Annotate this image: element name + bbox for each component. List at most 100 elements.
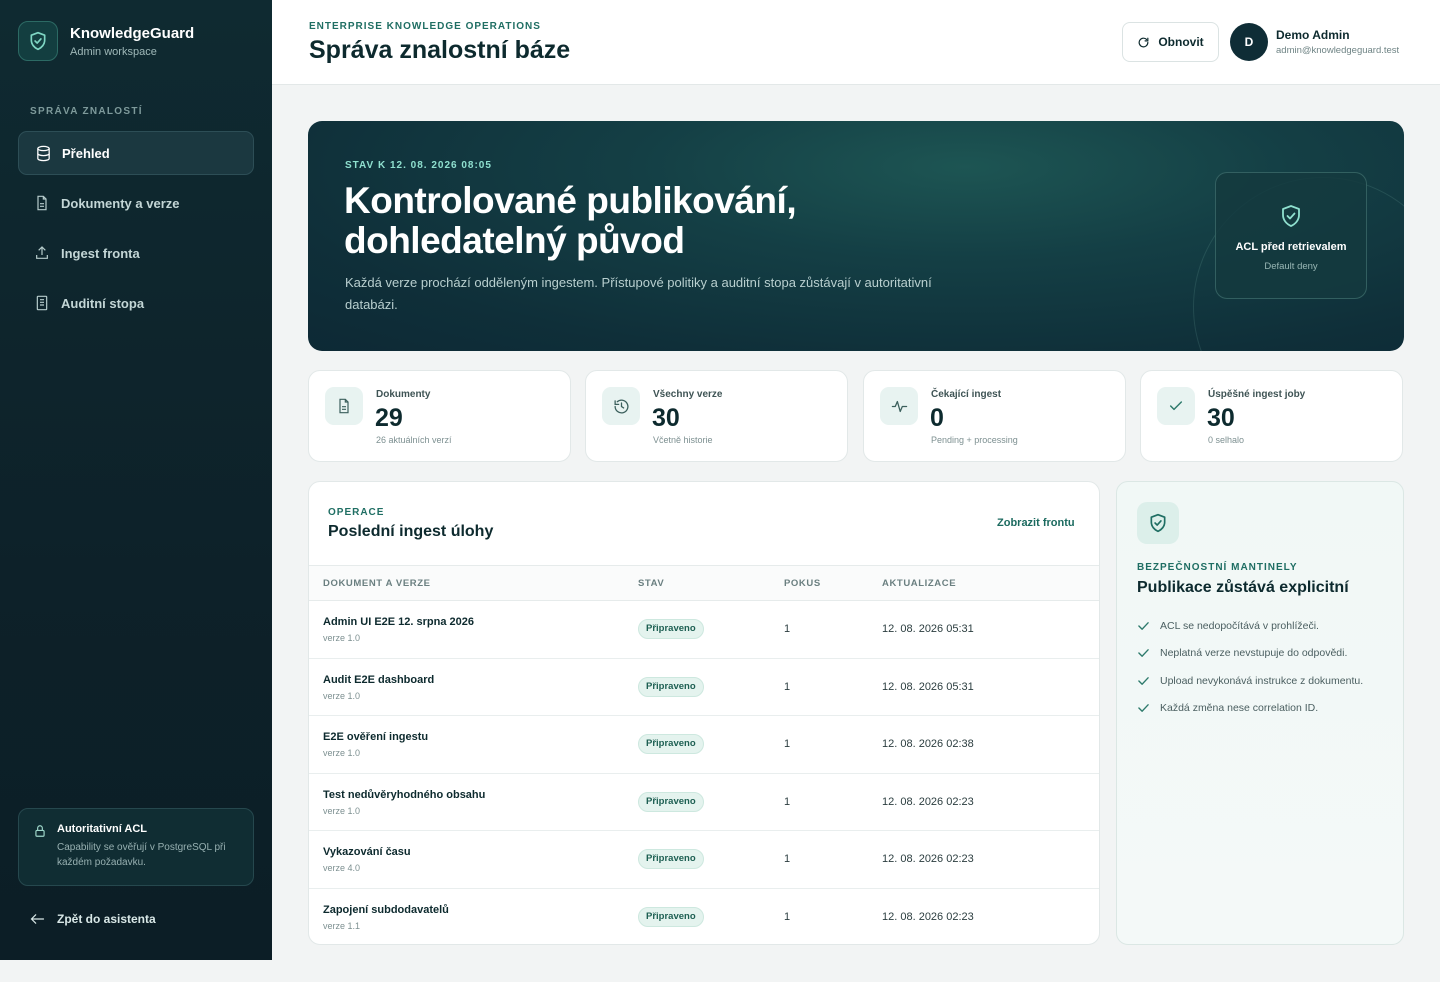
status-badge: Připraveno [638,676,704,697]
table-row[interactable]: Audit E2E dashboard verze 1.0 Připraveno … [309,659,1099,716]
stat-label: Dokumenty [376,389,431,400]
user-menu[interactable]: D Demo Admin admin@knowledgeguard.test [1230,23,1399,61]
stat-subtext: Pending + processing [931,435,1018,445]
page-footer-space [0,960,1440,982]
list-item: ACL se nedopočítává v prohlížeči. [1138,612,1363,640]
database-icon [33,143,53,163]
security-guardrails-panel: BEZPEČNOSTNÍ MANTINELY Publikace zůstává… [1116,481,1404,945]
hero-banner: STAV K 12. 08. 2026 08:05 Kontrolované p… [308,121,1404,351]
user-name: Demo Admin [1276,28,1350,42]
show-queue-link[interactable]: Zobrazit frontu [997,517,1075,529]
stat-value: 0 [930,404,944,432]
table-row[interactable]: Test nedůvěryhodného obsahu verze 1.0 Při… [309,774,1099,831]
list-item: Neplatná verze nevstupuje do odpovědi. [1138,640,1363,668]
acl-badge-subtitle: Default deny [1264,261,1318,272]
stat-value: 29 [375,404,403,432]
status-badge: Připraveno [638,906,704,927]
attempt-count: 1 [784,853,791,865]
back-link-label: Zpět do asistenta [57,912,156,926]
attempt-count: 1 [784,623,791,635]
attempt-count: 1 [784,680,791,693]
arrow-left-icon [30,913,45,925]
stat-card-successful-jobs: Úspěšné ingest joby 30 0 selhalo [1140,370,1403,462]
document-version: verze 1.0 [323,690,361,701]
sidebar-item-dokumenty[interactable]: Dokumenty a verze [18,181,254,225]
updated-at: 12. 08. 2026 02:23 [882,853,974,865]
sidebar-item-label: Dokumenty a verze [61,195,180,211]
panel-title: Publikace zůstává explicitní [1137,579,1349,596]
updated-at: 12. 08. 2026 02:23 [882,795,974,808]
attempt-count: 1 [784,738,791,750]
status-badge: Připraveno [638,849,704,869]
hero-description: Každá verze prochází odděleným ingestem.… [345,275,932,312]
sidebar-nav: Přehled Dokumenty a verze Ingest fronta … [18,131,254,331]
brand[interactable]: KnowledgeGuard Admin workspace [18,21,194,61]
brand-subtitle: Admin workspace [70,45,157,58]
check-icon [1138,648,1150,658]
column-header-document[interactable]: DOKUMENT A VERZE [323,578,431,589]
list-item: Upload nevykonává instrukce z dokumentu. [1138,667,1363,695]
user-email: admin@knowledgeguard.test [1276,45,1400,56]
document-name: E2E ověření ingestu [323,731,429,743]
table-row[interactable]: Zapojení subdodavatelů verze 1.1 Připrave… [309,889,1099,945]
table-row[interactable]: Vykazování času verze 4.0 Připraveno 1 12… [309,831,1099,889]
document-name: Vykazování času [323,846,411,858]
sidebar-item-label: Auditní stopa [61,295,145,311]
brand-name: KnowledgeGuard [70,24,195,42]
updated-at: 12. 08. 2026 05:31 [882,680,974,693]
stat-subtext: Včetně historie [653,435,713,445]
list-document-icon [32,293,52,313]
acl-card-title: Autoritativní ACL [57,823,148,835]
acl-badge-title: ACL před retrievalem [1235,241,1347,253]
document-name: Audit E2E dashboard [323,673,435,686]
hero-timestamp: STAV K 12. 08. 2026 08:05 [345,160,492,171]
stat-label: Úspěšné ingest joby [1208,389,1306,400]
document-version: verze 4.0 [323,863,361,873]
hero-title: Kontrolované publikování, dohledatelný p… [344,180,797,261]
document-name: Zapojení subdodavatelů [323,903,449,916]
document-version: verze 1.1 [323,920,361,931]
ingest-jobs-panel: OPERACE Poslední ingest úlohy Zobrazit f… [308,481,1100,945]
table-header: DOKUMENT A VERZE STAV POKUS AKTUALIZACE [309,565,1099,601]
upload-icon [32,243,52,263]
column-header-attempt[interactable]: POKUS [784,578,821,589]
document-version: verze 1.0 [323,633,361,643]
guardrails-list: ACL se nedopočítává v prohlížeči. Neplat… [1138,612,1363,722]
guardrail-text: Každá změna nese correlation ID. [1160,702,1319,715]
column-header-status[interactable]: STAV [638,578,664,589]
status-badge: Připraveno [638,734,704,754]
sidebar-item-audit[interactable]: Auditní stopa [18,281,254,325]
updated-at: 12. 08. 2026 02:23 [882,910,974,923]
refresh-button[interactable]: Obnovit [1122,22,1219,62]
sidebar-item-prehled[interactable]: Přehled [18,131,254,175]
panel-eyebrow: OPERACE [328,507,385,518]
attempt-count: 1 [784,795,791,808]
column-header-updated[interactable]: AKTUALIZACE [882,578,956,589]
stat-card-versions: Všechny verze 30 Včetně historie [585,370,848,462]
table-row[interactable]: Admin UI E2E 12. srpna 2026 verze 1.0 Při… [309,601,1099,659]
guardrail-text: Neplatná verze nevstupuje do odpovědi. [1160,647,1348,660]
stat-card-documents: Dokumenty 29 26 aktuálních verzí [308,370,571,462]
header-eyebrow: ENTERPRISE KNOWLEDGE OPERATIONS [309,21,541,32]
table-row[interactable]: E2E ověření ingestu verze 1.0 Připraveno … [309,716,1099,774]
top-bar: ENTERPRISE KNOWLEDGE OPERATIONS Správa z… [272,0,1440,85]
activity-icon [880,387,918,425]
check-icon [1157,387,1195,425]
lock-icon [33,823,47,885]
acl-policy-badge: ACL před retrievalem Default deny [1215,172,1367,299]
guardrail-text: ACL se nedopočítává v prohlížeči. [1160,619,1319,632]
document-version: verze 1.0 [323,805,361,816]
back-to-assistant-link[interactable]: Zpět do asistenta [30,912,156,926]
shield-check-icon [18,21,58,61]
check-icon [1138,703,1150,713]
attempt-count: 1 [784,910,791,923]
avatar: D [1230,23,1268,61]
check-icon [1138,676,1150,686]
status-badge: Připraveno [638,619,704,639]
sidebar-item-ingest[interactable]: Ingest fronta [18,231,254,275]
sidebar-section-label: SPRÁVA ZNALOSTÍ [30,106,143,117]
list-item: Každá změna nese correlation ID. [1138,695,1363,723]
status-badge: Připraveno [638,791,704,812]
stat-label: Všechny verze [653,389,723,400]
document-icon [325,387,363,425]
